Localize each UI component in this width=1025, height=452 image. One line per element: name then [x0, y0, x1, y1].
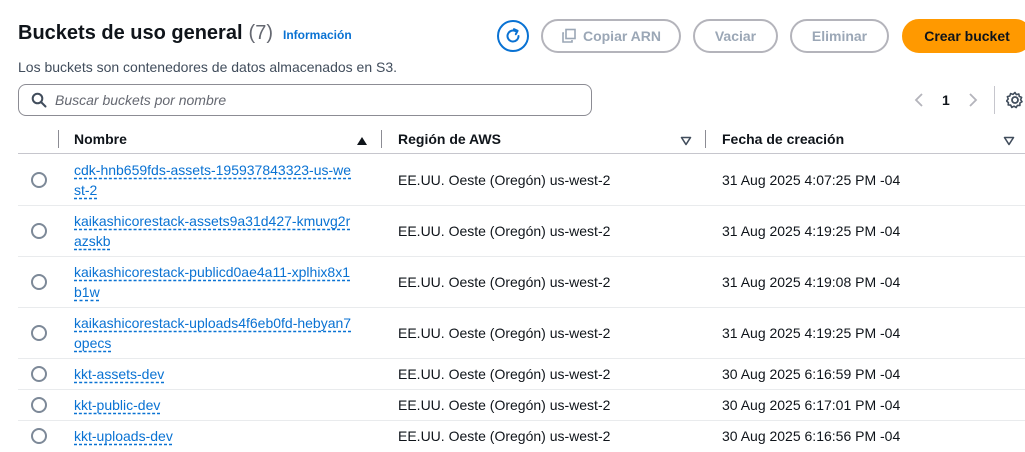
info-link[interactable]: Información — [283, 28, 352, 42]
bucket-creation-date: 31 Aug 2025 4:19:25 PM -04 — [722, 223, 901, 239]
bucket-creation-date: 31 Aug 2025 4:19:25 PM -04 — [722, 325, 901, 341]
refresh-button[interactable] — [497, 20, 529, 52]
current-page[interactable]: 1 — [942, 92, 950, 108]
column-divider — [58, 130, 59, 148]
row-select-radio[interactable] — [31, 325, 47, 341]
delete-button[interactable]: Eliminar — [790, 19, 889, 53]
pagination-divider — [994, 86, 995, 114]
bucket-creation-date: 31 Aug 2025 4:19:08 PM -04 — [722, 274, 901, 290]
table-row[interactable]: kkt-assets-dev EE.UU. Oeste (Oregón) us-… — [18, 359, 1025, 390]
chevron-right-icon — [969, 93, 978, 107]
general-purpose-buckets-panel: Buckets de uso general (7) Información L… — [0, 0, 1025, 452]
table-row[interactable]: cdk-hnb659fds-assets-195937843323-us-wes… — [18, 154, 1025, 206]
table-settings-button[interactable] — [1005, 91, 1024, 114]
bucket-region: EE.UU. Oeste (Oregón) us-west-2 — [398, 172, 611, 188]
table-header: Nombre Región de AWS Fecha de creación — [18, 126, 1025, 154]
sort-region-button[interactable] — [680, 133, 692, 151]
search-input[interactable] — [55, 92, 575, 108]
table-row[interactable]: kaikashicorestack-assets9a31d427-kmuvg2r… — [18, 206, 1025, 257]
row-select-radio[interactable] — [31, 366, 47, 382]
table-row[interactable]: kaikashicorestack-publicd0ae4a11-xplhix8… — [18, 257, 1025, 308]
bucket-name-link[interactable]: kkt-assets-dev — [74, 364, 354, 384]
sort-icon — [680, 136, 692, 146]
row-select-radio[interactable] — [31, 428, 47, 444]
bucket-name-link[interactable]: kaikashicorestack-assets9a31d427-kmuvg2r… — [74, 211, 354, 251]
table-row[interactable]: kkt-uploads-dev EE.UU. Oeste (Oregón) us… — [18, 421, 1025, 451]
page-description: Los buckets son contenedores de datos al… — [18, 59, 398, 75]
sort-icon — [1003, 136, 1015, 146]
table-row[interactable]: kaikashicorestack-uploads4f6eb0fd-hebyan… — [18, 308, 1025, 359]
bucket-creation-date: 30 Aug 2025 6:17:01 PM -04 — [722, 397, 901, 413]
bucket-name-link[interactable]: kaikashicorestack-publicd0ae4a11-xplhix8… — [74, 262, 354, 302]
bucket-region: EE.UU. Oeste (Oregón) us-west-2 — [398, 366, 611, 382]
column-header-name[interactable]: Nombre — [74, 131, 127, 147]
bucket-creation-date: 31 Aug 2025 4:07:25 PM -04 — [722, 172, 901, 188]
column-header-region[interactable]: Región de AWS — [398, 131, 501, 147]
sort-name-button[interactable] — [356, 133, 368, 151]
sort-ascending-icon — [357, 137, 367, 145]
search-icon — [31, 92, 47, 108]
bucket-region: EE.UU. Oeste (Oregón) us-west-2 — [398, 428, 611, 444]
header: Buckets de uso general (7) Información — [18, 22, 352, 45]
copy-arn-label: Copiar ARN — [582, 28, 662, 44]
row-select-radio[interactable] — [31, 397, 47, 413]
previous-page-button[interactable] — [912, 90, 926, 110]
bucket-name-link[interactable]: kaikashicorestack-uploads4f6eb0fd-hebyan… — [74, 313, 354, 353]
chevron-left-icon — [914, 93, 923, 107]
bucket-name-link[interactable]: cdk-hnb659fds-assets-195937843323-us-wes… — [74, 160, 354, 200]
column-divider — [381, 130, 382, 148]
row-select-radio[interactable] — [31, 172, 47, 188]
bucket-name-link[interactable]: kkt-uploads-dev — [74, 426, 354, 446]
bucket-creation-date: 30 Aug 2025 6:16:56 PM -04 — [722, 428, 901, 444]
search-field[interactable] — [18, 84, 592, 116]
create-bucket-button[interactable]: Crear bucket — [902, 19, 1025, 53]
row-select-radio[interactable] — [31, 274, 47, 290]
next-page-button[interactable] — [966, 90, 980, 110]
sort-date-button[interactable] — [1003, 133, 1015, 151]
bucket-region: EE.UU. Oeste (Oregón) us-west-2 — [398, 274, 611, 290]
page-title: Buckets de uso general — [18, 22, 243, 44]
empty-button[interactable]: Vaciar — [693, 19, 778, 53]
pagination: 1 — [912, 90, 980, 110]
table-row[interactable]: kkt-public-dev EE.UU. Oeste (Oregón) us-… — [18, 390, 1025, 421]
bucket-region: EE.UU. Oeste (Oregón) us-west-2 — [398, 397, 611, 413]
copy-arn-button[interactable]: Copiar ARN — [541, 19, 681, 53]
bucket-name-link[interactable]: kkt-public-dev — [74, 395, 354, 415]
gear-icon — [1005, 91, 1023, 109]
copy-icon — [562, 28, 576, 43]
bucket-creation-date: 30 Aug 2025 6:16:59 PM -04 — [722, 366, 901, 382]
bucket-region: EE.UU. Oeste (Oregón) us-west-2 — [398, 223, 611, 239]
refresh-icon — [506, 28, 520, 43]
column-header-date[interactable]: Fecha de creación — [722, 131, 844, 147]
row-select-radio[interactable] — [31, 223, 47, 239]
bucket-count: (7) — [248, 22, 273, 44]
bucket-region: EE.UU. Oeste (Oregón) us-west-2 — [398, 325, 611, 341]
column-divider — [705, 130, 706, 148]
